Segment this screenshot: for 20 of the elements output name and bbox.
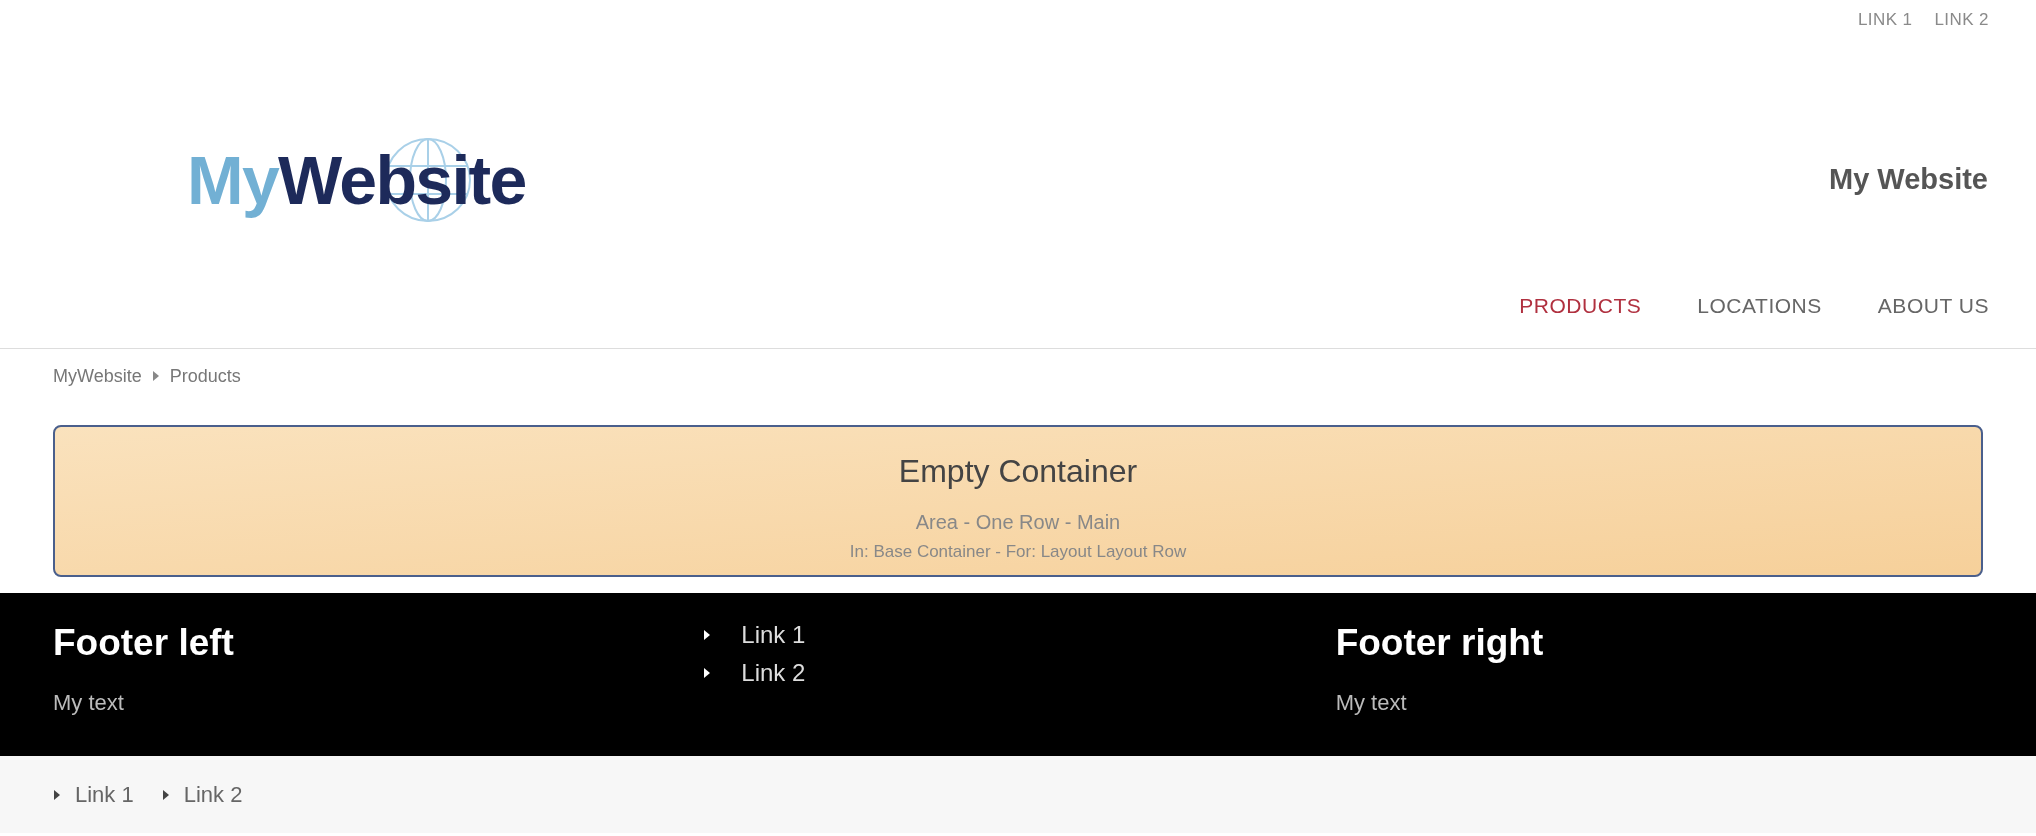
- nav-tab[interactable]: ABOUT US: [1877, 290, 1989, 322]
- top-link[interactable]: LINK 2: [1934, 7, 1989, 40]
- container-title: Empty Container: [898, 452, 1138, 491]
- footer-link[interactable]: Link 1: [741, 617, 806, 653]
- container-detail: In: Base Container - For: Layout Layout Row: [849, 541, 1187, 563]
- top-link[interactable]: LINK 1: [1857, 7, 1913, 40]
- footer-heading: Footer left: [53, 623, 235, 664]
- footer-text: My text: [53, 688, 125, 717]
- nav-tab[interactable]: PRODUCTS: [1519, 290, 1642, 322]
- logo[interactable]: MyWebsite: [187, 130, 526, 230]
- breadcrumb-link[interactable]: Products: [169, 362, 241, 390]
- bottom-link[interactable]: Link 2: [183, 778, 243, 811]
- breadcrumb-link[interactable]: MyWebsite: [53, 362, 142, 390]
- site-title: My Website: [1829, 162, 1989, 198]
- container-subtitle: Area - One Row - Main: [915, 510, 1121, 535]
- footer-heading: Footer right: [1335, 623, 1545, 664]
- nav-tab[interactable]: LOCATIONS: [1697, 290, 1822, 322]
- bottom-link[interactable]: Link 1: [75, 778, 134, 811]
- footer-text: My text: [1335, 688, 1408, 717]
- footer-link[interactable]: Link 2: [741, 655, 806, 691]
